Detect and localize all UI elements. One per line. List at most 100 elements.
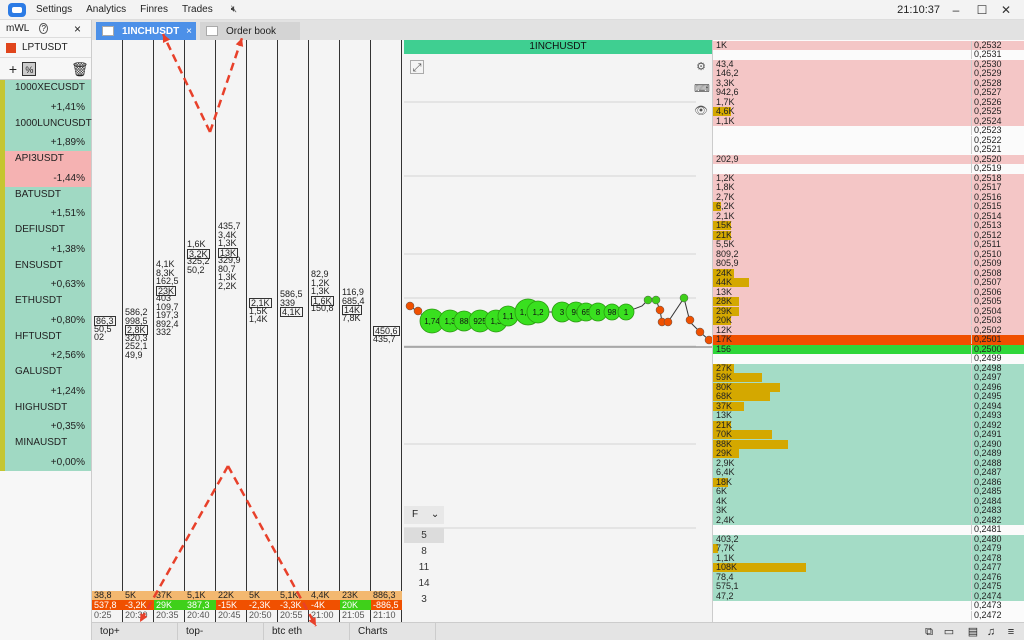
window-close-icon[interactable]: ✕ [998, 2, 1014, 18]
maximize-icon[interactable]: ☐ [974, 2, 990, 18]
percent-icon[interactable]: % [22, 61, 37, 76]
cluster-volume: 37K [154, 591, 185, 600]
bubble-label: 1,1 [502, 312, 514, 321]
cluster-time: 21:00 [311, 610, 334, 620]
watchlist-symbol: MINAUSDT [15, 437, 68, 448]
period-option[interactable]: 3 [404, 592, 444, 607]
trash-icon[interactable]: 🗑︎ [71, 62, 89, 76]
screenshot-icon[interactable]: ⧉ [922, 626, 936, 638]
orderbook-volume: 59K [716, 372, 733, 383]
watchlist-item[interactable]: BATUSDT +1,51% [0, 186, 91, 222]
watchlist-item[interactable]: MINAUSDT +0,00% [0, 435, 91, 471]
bottom-tab-top-minus[interactable]: top- [178, 623, 264, 640]
period-option[interactable]: 14 [404, 576, 444, 591]
orderbook-price: 0,2503 [971, 316, 1024, 326]
gear-icon[interactable]: ⚙ [694, 60, 708, 74]
watchlist-close-icon[interactable]: × [74, 22, 81, 36]
bottom-tab-btc-eth[interactable]: btc eth [264, 623, 350, 640]
bottom-tab-top-plus[interactable]: top+ [92, 623, 178, 640]
cluster-volume: 23K [340, 591, 371, 600]
menu-settings[interactable]: Settings [36, 4, 72, 15]
watchlist-item[interactable]: 1000LUNCUSDT +1,89% [0, 115, 92, 151]
cluster-column[interactable]: 4,1K 8,3K 162,5 23K 403 109,7 197,3 892,4 332 37K… [154, 40, 185, 622]
cluster-column[interactable]: 435,7 3,4K 1,3K 13K 329,9 80,7 1,3K 2,2K 22K -15K… [216, 40, 247, 622]
cluster-column[interactable]: 2,1K 1,5K 1,4K 5K -2,3K 20:50 [247, 40, 278, 622]
orderbook-price: 0,2511 [971, 240, 1024, 250]
tab-icon [206, 26, 218, 36]
order-book[interactable]: 1K 0,2532 0,2531 43,4 0,2530 146,2 0,2529 3,3K 0… [712, 40, 1024, 622]
bottom-tab-bar: top+ top- btc eth Charts ⧉ ▭ ▤ ♫ ≡ [92, 622, 1024, 640]
tab-label: Order book [226, 25, 277, 37]
price-chart[interactable]: 1INCHUSDT 1,741,3889251,31,11,3K1,239865… [404, 40, 712, 622]
watchlist-item[interactable]: HIGHUSDT +0,35% [0, 399, 91, 435]
watchlist-item[interactable]: API3USDT -1,44% [0, 151, 91, 187]
watchlist-selector[interactable]: LPTUSDT [0, 38, 91, 58]
eye-icon[interactable]: 👁︎ [694, 104, 708, 118]
menu-finres[interactable]: Finres [140, 4, 168, 15]
orderbook-volume: 7,7K [716, 543, 735, 554]
orderbook-price: 0,2509 [971, 259, 1024, 269]
cluster-cell: 50,2 [187, 264, 205, 275]
bell-icon[interactable]: ♫ [984, 626, 998, 638]
cluster-column[interactable]: 450,6 435,7 886,3 -886,5 21:10 [371, 40, 402, 622]
cluster-column[interactable]: 1,6K 3,2K 325,2 50,2 5,1K 387,3 20:40 [185, 40, 216, 622]
menu-bar: Settings Analytics Finres Trades 🔇︎ 21:1… [0, 0, 1024, 20]
watchlist-item[interactable]: ENSUSDT +0,63% [0, 257, 91, 293]
chart-tools-icon[interactable]: ⤢ [410, 60, 424, 74]
tab-1inchusdt[interactable]: 1INCHUSDT × [96, 22, 196, 40]
orderbook-price: 0,2472 [971, 610, 1024, 620]
cluster-cell: 685,4 [342, 295, 365, 306]
cluster-delta: 387,3 [185, 600, 216, 610]
orderbook-row[interactable]: 0,2472 [713, 610, 1024, 620]
menu-analytics[interactable]: Analytics [86, 4, 126, 15]
layout-icon[interactable]: ▭ [942, 626, 956, 638]
period-option[interactable]: 8 [404, 544, 444, 559]
cluster-cell: 435,7 [218, 221, 241, 231]
bubble-label: 98 [608, 308, 617, 317]
add-icon[interactable]: + [6, 62, 20, 76]
bubble-label: 1,2 [532, 308, 544, 317]
watchlist-symbol: 1000XECUSDT [15, 82, 86, 93]
cluster-cell: 82,9 [311, 269, 329, 279]
watchlist-change: +2,56% [50, 350, 85, 361]
table-icon[interactable]: ▤ [966, 626, 980, 638]
chart-canvas[interactable]: 1,741,3889251,31,11,3K1,2398658981 [404, 40, 712, 622]
cluster-volume: 22K [216, 591, 247, 600]
cluster-volume: 5K [247, 591, 278, 600]
orderbook-price: 0,2507 [971, 278, 1024, 288]
minimize-icon[interactable]: – [948, 2, 964, 18]
watchlist-item[interactable]: DEFIUSDT +1,38% [0, 222, 91, 258]
cluster-column[interactable]: 586,5 339 4,1K 5,1K -3,3K 20:55 [278, 40, 309, 622]
watchlist-item[interactable]: 1000XECUSDT +1,41% [0, 80, 91, 116]
watchlist-item[interactable]: ETHUSDT +0,80% [0, 293, 91, 329]
trade-dot [413, 306, 423, 316]
tab-bar: 1INCHUSDT × Order book [92, 20, 1024, 40]
cluster-column[interactable]: 82,9 1,2K 1,3K 1,6K 150,8 4,4K -4K 21:00 [309, 40, 340, 622]
cluster-cell: 150,8 [311, 303, 334, 313]
cluster-cell: 4,1K [280, 307, 303, 317]
cluster-cell: 332 [156, 327, 172, 337]
tab-order-book[interactable]: Order book [200, 22, 300, 40]
keyboard-icon[interactable]: ⌨ [694, 82, 710, 96]
period-dropdown[interactable]: F ⌄ [404, 506, 444, 524]
cluster-chart: 86,3 50,5 02 38,8 537,8 0:25 586,2 998,5 2,8K 320… [92, 40, 404, 622]
filter-icon[interactable]: ≡ [1004, 626, 1018, 638]
watchlist-item[interactable]: HFTUSDT +2,56% [0, 328, 91, 364]
cluster-column[interactable]: 86,3 50,5 02 38,8 537,8 0:25 [92, 40, 123, 622]
cluster-cell: 4,1K [156, 259, 175, 269]
watchlist-item[interactable]: GALUSDT +1,24% [0, 364, 91, 400]
help-icon[interactable]: ? [39, 23, 48, 34]
trade-dot [704, 335, 712, 345]
bottom-tab-charts[interactable]: Charts [350, 623, 436, 640]
mute-icon[interactable]: 🔇︎ [231, 4, 237, 15]
orderbook-volume: 1,1K [716, 115, 735, 126]
watchlist-toolbar: + % 🗑︎ [0, 58, 91, 80]
orderbook-price: 0,2485 [971, 487, 1024, 497]
cluster-column[interactable]: 586,2 998,5 2,8K 320,3 252,1 49,9 5K -3,2K 20:30 [123, 40, 154, 622]
period-option[interactable]: 5 [404, 528, 444, 543]
orderbook-volume: 1K [716, 40, 728, 50]
cluster-column[interactable]: 116,9 685,4 14K 7,8K 23K 20K 21:05 [340, 40, 371, 622]
period-option[interactable]: 11 [404, 560, 444, 575]
menu-trades[interactable]: Trades [182, 4, 213, 15]
tab-close-icon[interactable]: × [186, 26, 192, 37]
